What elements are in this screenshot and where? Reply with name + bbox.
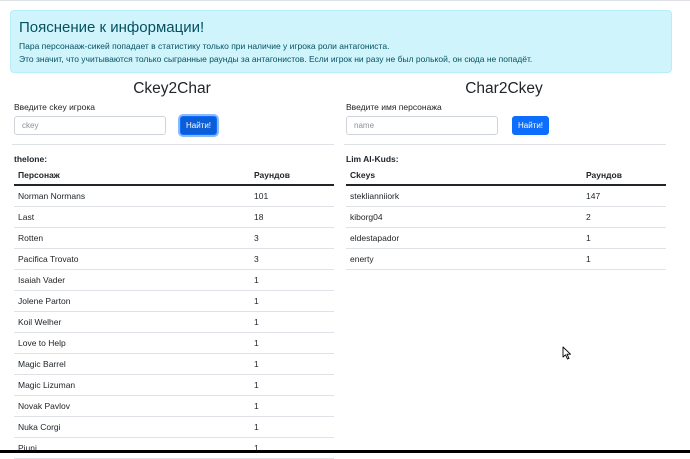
ckey-input[interactable] — [14, 116, 166, 135]
rounds-cell: 1 — [250, 416, 334, 438]
table-row: Rotten 3 — [14, 227, 334, 249]
ckey-owner-label: thelone: — [14, 154, 48, 164]
table-row: Piuni 1 — [14, 437, 334, 459]
name-cell: enerty — [346, 248, 582, 270]
name-cell: Koil Welher — [14, 311, 250, 333]
name-cell: Rotten — [14, 227, 250, 249]
ckey2char-divider — [12, 144, 334, 145]
alert-title: Пояснение к информации! — [19, 19, 205, 36]
name-cell: Novak Pavlov — [14, 395, 250, 417]
table-row: Isaiah Vader 1 — [14, 269, 334, 291]
rounds-cell: 1 — [250, 332, 334, 354]
top-divider — [0, 0, 690, 1]
rounds-cell: 1 — [250, 269, 334, 291]
name-cell: Norman Normans — [14, 185, 250, 207]
char2ckey-table-body: steklianniiork 147 kiborg04 2 eldestapador 1 e… — [346, 185, 666, 270]
name-cell: eldestapador — [346, 227, 582, 249]
ckey2char-title: Ckey2Char — [133, 80, 211, 97]
name-cell: Isaiah Vader — [14, 269, 250, 291]
rounds-cell: 2 — [582, 206, 666, 228]
rounds-cell: 1 — [582, 227, 666, 249]
table-row: Koil Welher 1 — [14, 311, 334, 333]
rounds-cell: 3 — [250, 227, 334, 249]
table-header-row: Ckeys Раундов — [346, 165, 666, 186]
column-header-ckeys: Ckeys — [346, 165, 582, 186]
column-header-rounds: Раундов — [582, 165, 666, 186]
name-input-label: Введите имя персонажа — [346, 102, 442, 112]
ckey2char-table-body: Norman Normans 101 Last 18 Rotten 3 Pacifica T… — [14, 185, 334, 459]
name-cell: Magic Barrel — [14, 353, 250, 375]
table-row: Last 18 — [14, 206, 334, 228]
char2ckey-table: Ckeys Раундов steklianniiork 147 kiborg04 2… — [346, 165, 666, 270]
rounds-cell: 1 — [250, 437, 334, 459]
name-cell: Magic Lizuman — [14, 374, 250, 396]
info-alert: Пояснение к информации! Пара персонааж-с… — [10, 10, 672, 73]
rounds-cell: 18 — [250, 206, 334, 228]
table-header-row: Персонаж Раундов — [14, 165, 334, 186]
table-row: eldestapador 1 — [346, 227, 666, 249]
ckey-input-label: Введите ckey игрока — [14, 102, 95, 112]
table-row: Jolene Parton 1 — [14, 290, 334, 312]
rounds-cell: 1 — [250, 395, 334, 417]
table-row: Nuka Corgi 1 — [14, 416, 334, 438]
alert-text-line-2: Это значит, что учитываются только сыгра… — [19, 54, 533, 64]
name-cell: Piuni — [14, 437, 250, 459]
rounds-cell: 1 — [250, 353, 334, 375]
rounds-cell: 147 — [582, 185, 666, 207]
table-row: Magic Lizuman 1 — [14, 374, 334, 396]
ckey-find-button[interactable]: Найти! — [180, 116, 217, 135]
table-row: enerty 1 — [346, 248, 666, 270]
name-cell: Last — [14, 206, 250, 228]
rounds-cell: 3 — [250, 248, 334, 270]
rounds-cell: 1 — [250, 290, 334, 312]
name-input[interactable] — [346, 116, 498, 135]
column-header-rounds: Раундов — [250, 165, 334, 186]
name-cell: Nuka Corgi — [14, 416, 250, 438]
name-find-button[interactable]: Найти! — [512, 116, 549, 135]
name-cell: Jolene Parton — [14, 290, 250, 312]
table-row: steklianniiork 147 — [346, 185, 666, 207]
rounds-cell: 1 — [250, 311, 334, 333]
table-row: Pacifica Trovato 3 — [14, 248, 334, 270]
table-row: Love to Help 1 — [14, 332, 334, 354]
character-owner-label: Lim Al-Kuds: — [346, 154, 399, 164]
name-cell: kiborg04 — [346, 206, 582, 228]
rounds-cell: 101 — [250, 185, 334, 207]
name-cell: Love to Help — [14, 332, 250, 354]
column-header-character: Персонаж — [14, 165, 250, 186]
rounds-cell: 1 — [250, 374, 334, 396]
table-row: Norman Normans 101 — [14, 185, 334, 207]
ckey2char-table: Персонаж Раундов Norman Normans 101 Last 18… — [14, 165, 334, 459]
name-cell: Pacifica Trovato — [14, 248, 250, 270]
char2ckey-title: Char2Ckey — [465, 80, 543, 97]
table-row: Novak Pavlov 1 — [14, 395, 334, 417]
alert-text-line-1: Пара персонааж-сикей попадает в статисти… — [19, 41, 390, 51]
rounds-cell: 1 — [582, 248, 666, 270]
mouse-cursor-icon — [562, 346, 571, 360]
name-cell: steklianniiork — [346, 185, 582, 207]
char2ckey-divider — [344, 144, 666, 145]
table-row: Magic Barrel 1 — [14, 353, 334, 375]
table-row: kiborg04 2 — [346, 206, 666, 228]
